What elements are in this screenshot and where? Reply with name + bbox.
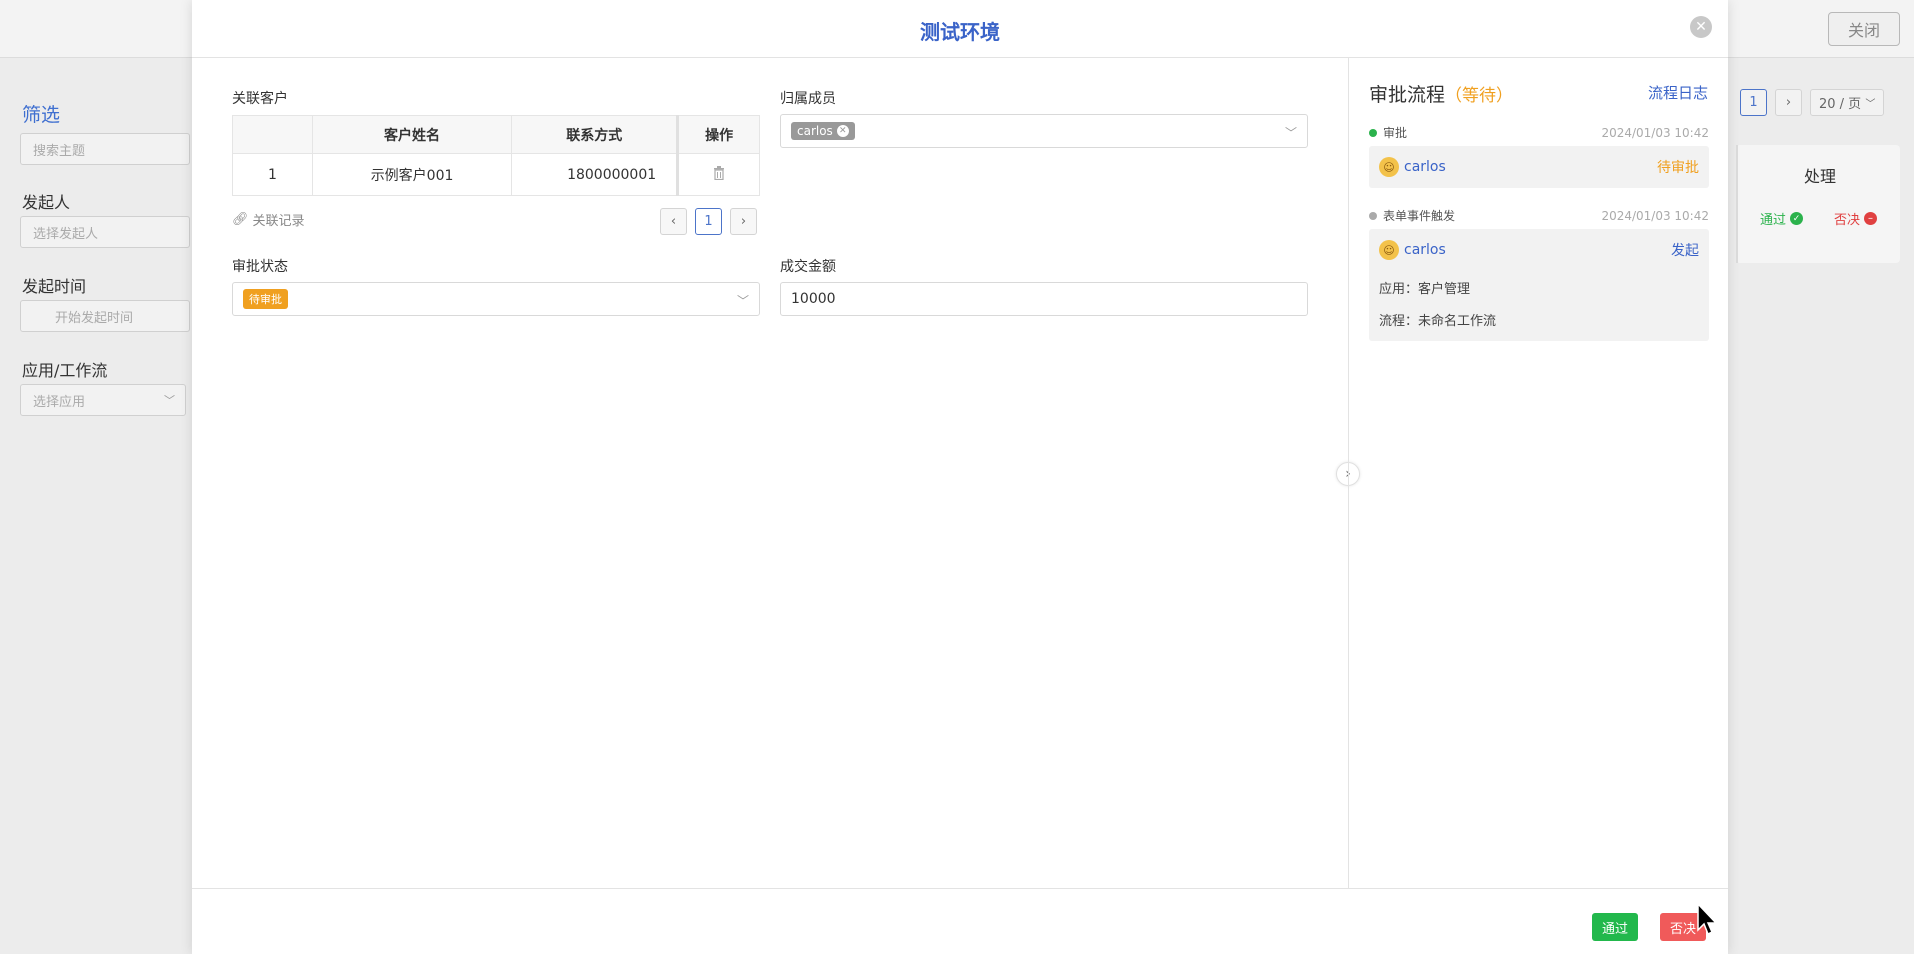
table-header-index — [232, 115, 313, 154]
chevron-down-icon: ﹀ — [1865, 99, 1876, 110]
panel-title-status: （等待） — [1445, 86, 1514, 106]
member-label: 归属成员 — [780, 91, 836, 107]
approve-button[interactable]: 通过 — [1592, 913, 1639, 941]
page-size-label: 20 / 页 — [1819, 97, 1862, 112]
next-page-icon[interactable]: › — [730, 208, 757, 235]
table-header-phone: 联系方式 — [511, 115, 679, 154]
time-label: 发起时间 — [22, 277, 87, 296]
modal-title: 测试环境 — [920, 20, 1000, 44]
step-name: 表单事件触发 — [1383, 209, 1456, 223]
link-records-button[interactable]: 🔗︎ 关联记录 — [232, 210, 305, 229]
next-page-icon[interactable]: › — [1775, 89, 1802, 116]
amount-input[interactable]: 10000 — [780, 282, 1308, 316]
reject-link-label: 否决 — [1834, 213, 1861, 228]
amount-value: 10000 — [791, 291, 836, 307]
step-user-row: ☺ carlos 待审批 — [1379, 146, 1699, 188]
initiator-label: 发起人 — [22, 193, 71, 212]
link-records-label: 关联记录 — [252, 214, 305, 229]
step-card: ☺ carlos 待审批 — [1369, 146, 1709, 188]
step-name: 审批 — [1383, 126, 1408, 140]
avatar: ☺ — [1379, 240, 1399, 260]
filter-title: 筛选 — [22, 104, 61, 126]
start-time-input[interactable]: 开始发起时间 — [20, 300, 190, 332]
background-reject-link[interactable]: 否决 – — [1834, 209, 1878, 228]
step-user-row: ☺ carlos 发起 — [1379, 229, 1699, 271]
background-close-button[interactable]: 关闭 — [1828, 12, 1900, 46]
initiator-select[interactable]: 选择发起人 — [20, 216, 190, 248]
status-tag: 待审批 — [243, 289, 288, 309]
step-flow-label: 流程： — [1379, 313, 1419, 329]
row-index: 1 — [232, 153, 313, 196]
approval-panel: 审批流程（等待） 流程日志 审批 2024/01/03 10:42 ☺ carl… — [1348, 58, 1728, 888]
prev-page-icon[interactable]: ‹ — [660, 208, 687, 235]
status-select[interactable]: 待审批 ﹀ — [232, 282, 760, 316]
step-user[interactable]: carlos — [1404, 159, 1446, 175]
app-label: 应用/工作流 — [22, 361, 108, 380]
minus-circle-icon: – — [1864, 212, 1878, 225]
step-status: 待审批 — [1657, 160, 1699, 176]
modal-footer: 通过 否决 — [192, 888, 1728, 954]
amount-label: 成交金额 — [780, 259, 836, 275]
step-status: 发起 — [1671, 243, 1699, 259]
remove-tag-icon[interactable]: ✕ — [836, 125, 849, 137]
process-log-link[interactable]: 流程日志 — [1648, 82, 1708, 103]
step-time: 2024/01/03 10:42 — [1601, 208, 1709, 223]
trash-icon[interactable] — [676, 153, 760, 196]
step-flow-value: 未命名工作流 — [1418, 313, 1497, 329]
step-card: ☺ carlos 发起 应用： 客户管理 流程： 未命名工作流 — [1369, 229, 1709, 341]
member-select[interactable]: carlos ✕ ﹀ — [780, 114, 1308, 148]
status-label: 审批状态 — [232, 259, 288, 275]
check-circle-icon: ✓ — [1790, 212, 1804, 225]
table-page-button[interactable]: 1 — [695, 208, 722, 235]
table-header-row: 客户姓名 联系方式 操作 — [232, 115, 760, 154]
search-input[interactable]: 搜索主题 — [20, 133, 190, 165]
action-card-title: 处理 — [1804, 167, 1837, 186]
member-tag: carlos ✕ — [791, 122, 855, 140]
panel-title-text: 审批流程 — [1369, 84, 1446, 106]
avatar: ☺ — [1379, 157, 1399, 177]
customer-table: 客户姓名 联系方式 操作 1 示例客户001 1800000001 — [232, 115, 760, 196]
table-row[interactable]: 1 示例客户001 1800000001 — [232, 153, 760, 196]
chevron-down-icon: ﹀ — [736, 294, 749, 308]
page-size-select[interactable]: 20 / 页 ﹀ — [1810, 89, 1885, 116]
background-pager: 1 › 20 / 页 ﹀ — [1740, 89, 1885, 116]
link-icon: 🔗︎ — [232, 212, 249, 227]
step-flow-row: 流程： 未命名工作流 — [1379, 303, 1699, 335]
member-tag-label: carlos — [797, 124, 833, 138]
row-phone: 1800000001 — [511, 153, 679, 196]
background-action-card: 处理 通过 ✓ 否决 – — [1736, 145, 1900, 263]
app-select[interactable]: 选择应用 ﹀ — [20, 384, 186, 416]
customer-label: 关联客户 — [232, 91, 288, 107]
background-approve-link[interactable]: 通过 ✓ — [1760, 209, 1804, 228]
close-icon[interactable]: ✕ — [1690, 16, 1712, 38]
status-dot-icon — [1369, 128, 1377, 137]
step-header: 表单事件触发 2024/01/03 10:42 — [1369, 207, 1709, 224]
step-user[interactable]: carlos — [1404, 242, 1446, 258]
table-header-actions: 操作 — [676, 115, 760, 154]
step-app-label: 应用： — [1379, 281, 1419, 297]
step-header: 审批 2024/01/03 10:42 — [1369, 124, 1709, 141]
chevron-down-icon: ﹀ — [1284, 126, 1297, 140]
approve-link-label: 通过 — [1760, 213, 1787, 228]
chevron-down-icon: ﹀ — [164, 394, 175, 407]
background-page-button[interactable]: 1 — [1740, 89, 1767, 116]
row-customer-name: 示例客户001 — [311, 153, 513, 196]
status-dot-icon — [1369, 211, 1377, 220]
step-app-row: 应用： 客户管理 — [1379, 271, 1699, 303]
app-select-placeholder: 选择应用 — [33, 394, 86, 410]
step-time: 2024/01/03 10:42 — [1601, 125, 1709, 140]
mouse-cursor-icon — [1697, 902, 1718, 936]
table-pager: ‹ 1 › — [660, 208, 757, 235]
modal-header: 测试环境 ✕ — [192, 0, 1728, 58]
table-header-name: 客户姓名 — [311, 115, 513, 154]
step-app-value: 客户管理 — [1418, 281, 1471, 297]
record-modal: 测试环境 ✕ 关联客户 客户姓名 联系方式 操作 1 示例客户001 18000… — [192, 0, 1728, 954]
panel-title: 审批流程（等待） — [1369, 80, 1513, 107]
form-area: 关联客户 客户姓名 联系方式 操作 1 示例客户001 1800000001 🔗… — [192, 58, 1348, 888]
